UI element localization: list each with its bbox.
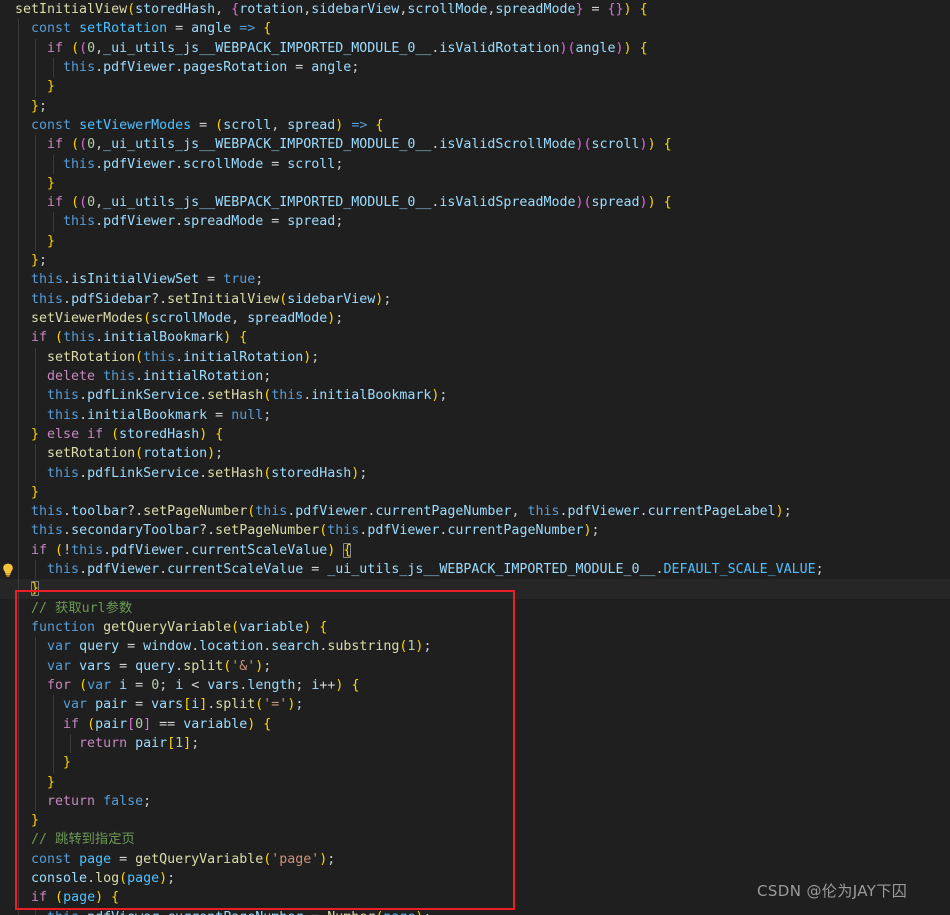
- bracket-match-close: }: [31, 581, 40, 597]
- code-line[interactable]: setRotation(rotation);: [0, 444, 950, 464]
- code-line[interactable]: this.initialBookmark = null;: [0, 405, 950, 425]
- code-line[interactable]: this.secondaryToolbar?.setPageNumber(thi…: [0, 521, 950, 541]
- code-line[interactable]: this.pdfViewer.currentPageNumber = Numbe…: [0, 907, 950, 915]
- editor-code-area[interactable]: setInitialView(storedHash, {rotation,sid…: [0, 0, 950, 915]
- code-line[interactable]: }: [0, 772, 950, 792]
- code-line[interactable]: };: [0, 96, 950, 116]
- code-line[interactable]: const setViewerModes = (scroll, spread) …: [0, 115, 950, 136]
- code-line[interactable]: delete this.initialRotation;: [0, 366, 950, 387]
- code-line[interactable]: if (!this.pdfViewer.currentScaleValue) {: [0, 540, 950, 561]
- code-line[interactable]: var query = window.location.search.subst…: [0, 637, 950, 657]
- bracket-match-open: {: [343, 542, 352, 558]
- code-line[interactable]: }: [0, 753, 950, 773]
- code-line[interactable]: if (pair[0] == variable) {: [0, 714, 950, 734]
- code-line[interactable]: if ((0,_ui_utils_js__WEBPACK_IMPORTED_MO…: [0, 38, 950, 58]
- code-line[interactable]: this.pdfViewer.spreadMode = spread;: [0, 212, 950, 232]
- code-line[interactable]: this.isInitialViewSet = true;: [0, 270, 950, 290]
- code-line[interactable]: }: [0, 231, 950, 252]
- code-line[interactable]: this.pdfViewer.scrollMode = scroll;: [0, 154, 950, 174]
- code-line[interactable]: function getQueryVariable(variable) {: [0, 618, 950, 638]
- code-line[interactable]: var pair = vars[i].split('=');: [0, 695, 950, 715]
- code-line[interactable]: }: [0, 482, 950, 503]
- code-line[interactable]: this.pdfLinkService.setHash(storedHash);: [0, 463, 950, 483]
- code-editor[interactable]: setInitialView(storedHash, {rotation,sid…: [0, 0, 950, 915]
- code-line[interactable]: this.pdfSidebar?.setInitialView(sidebarV…: [0, 289, 950, 309]
- code-line[interactable]: };: [0, 251, 950, 271]
- code-line[interactable]: // 跳转到指定页: [0, 830, 950, 850]
- code-line[interactable]: const setRotation = angle => {: [0, 19, 950, 39]
- code-line[interactable]: this.pdfViewer.currentScaleValue = _ui_u…: [0, 560, 950, 580]
- code-line[interactable]: }: [0, 77, 950, 97]
- code-line[interactable]: this.toolbar?.setPageNumber(this.pdfView…: [0, 502, 950, 522]
- code-line[interactable]: }: [0, 173, 950, 194]
- code-line[interactable]: if ((0,_ui_utils_js__WEBPACK_IMPORTED_MO…: [0, 193, 950, 213]
- code-line-active[interactable]: }: [0, 579, 950, 599]
- code-comment: // 跳转到指定页: [31, 832, 135, 848]
- code-line[interactable]: for (var i = 0; i < vars.length; i++) {: [0, 675, 950, 696]
- code-line[interactable]: if ((0,_ui_utils_js__WEBPACK_IMPORTED_MO…: [0, 135, 950, 155]
- csdn-watermark: CSDN @伦为JAY下囚: [757, 882, 908, 900]
- code-line[interactable]: if (this.initialBookmark) {: [0, 328, 950, 348]
- code-line[interactable]: var vars = query.split('&');: [0, 656, 950, 676]
- code-line[interactable]: setInitialView(storedHash, {rotation,sid…: [0, 0, 950, 19]
- lightbulb-icon[interactable]: [1, 560, 15, 579]
- code-line[interactable]: }: [0, 811, 950, 831]
- code-line[interactable]: // 获取url参数: [0, 598, 950, 618]
- code-line[interactable]: return false;: [0, 791, 950, 812]
- code-line[interactable]: setRotation(this.initialRotation);: [0, 347, 950, 367]
- code-line[interactable]: this.pdfViewer.pagesRotation = angle;: [0, 57, 950, 78]
- token-function-name: setInitialView: [15, 2, 128, 17]
- code-line[interactable]: this.pdfLinkService.setHash(this.initial…: [0, 386, 950, 406]
- code-line[interactable]: } else if (storedHash) {: [0, 424, 950, 445]
- code-line[interactable]: const page = getQueryVariable('page');: [0, 849, 950, 870]
- code-line[interactable]: return pair[1];: [0, 733, 950, 754]
- code-comment: // 获取url参数: [31, 600, 133, 616]
- code-line[interactable]: setViewerModes(scrollMode, spreadMode);: [0, 309, 950, 329]
